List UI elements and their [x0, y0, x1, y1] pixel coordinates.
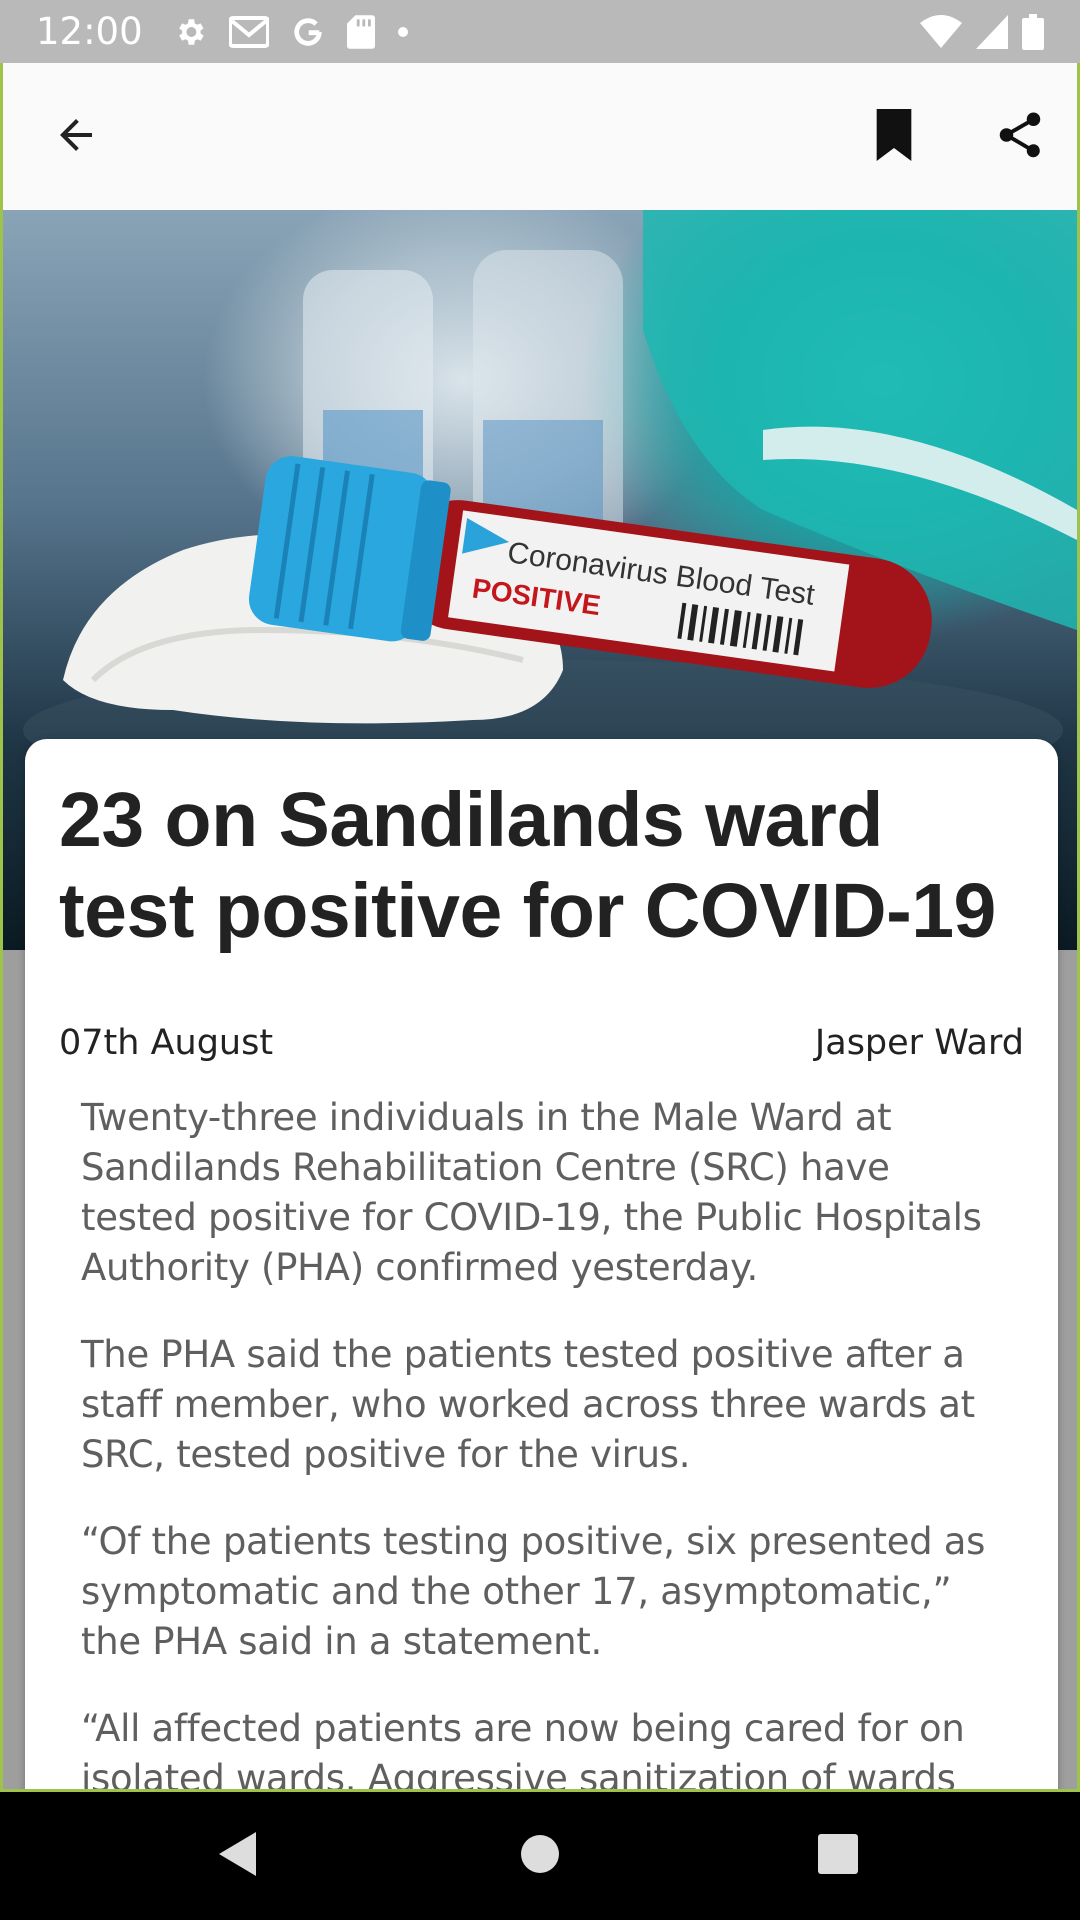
article-author: Jasper Ward	[814, 1023, 1024, 1063]
article-date: 07th August	[59, 1023, 274, 1063]
settings-icon	[173, 15, 207, 49]
bookmark-button[interactable]	[849, 92, 939, 182]
google-icon	[291, 15, 325, 49]
gmail-icon	[228, 15, 269, 48]
square-recents-icon	[818, 1833, 858, 1879]
article-meta: 07th August Jasper Ward	[59, 1023, 1024, 1063]
article-screen: Coronavirus Blood Test POSITIVE 23 on Sa…	[0, 63, 1080, 1792]
status-bar: 12:00	[0, 0, 1080, 63]
article-headline: 23 on Sandilands ward test positive for …	[59, 777, 996, 954]
navigation-bar	[0, 1792, 1080, 1920]
wifi-icon	[920, 14, 962, 49]
bookmark-icon	[871, 108, 917, 166]
sd-card-icon	[346, 14, 375, 49]
share-icon	[993, 108, 1047, 167]
article-paragraph: “Of the patients testing positive, six p…	[81, 1520, 986, 1663]
nav-back-button[interactable]	[188, 1806, 288, 1906]
dot-icon	[397, 26, 409, 38]
nav-recents-button[interactable]	[788, 1806, 888, 1906]
arrow-back-icon	[52, 111, 100, 164]
back-button[interactable]	[31, 92, 121, 182]
circle-home-icon	[520, 1834, 560, 1879]
article-paragraph: “All affected patients are now being car…	[81, 1707, 965, 1792]
signal-icon	[976, 14, 1008, 49]
status-time: 12:00	[36, 10, 143, 53]
article-card: 23 on Sandilands ward test positive for …	[25, 739, 1058, 1792]
battery-icon	[1022, 13, 1044, 50]
status-icons-left	[173, 14, 409, 49]
status-icons-right	[920, 13, 1044, 50]
nav-home-button[interactable]	[490, 1806, 590, 1906]
article-paragraph: The PHA said the patients tested positiv…	[81, 1333, 975, 1476]
share-button[interactable]	[975, 92, 1065, 182]
article-paragraph: Twenty-three individuals in the Male War…	[81, 1096, 982, 1289]
app-bar	[3, 63, 1077, 210]
article-body: Twenty-three individuals in the Male War…	[59, 1093, 1024, 1792]
triangle-back-icon	[216, 1830, 260, 1883]
